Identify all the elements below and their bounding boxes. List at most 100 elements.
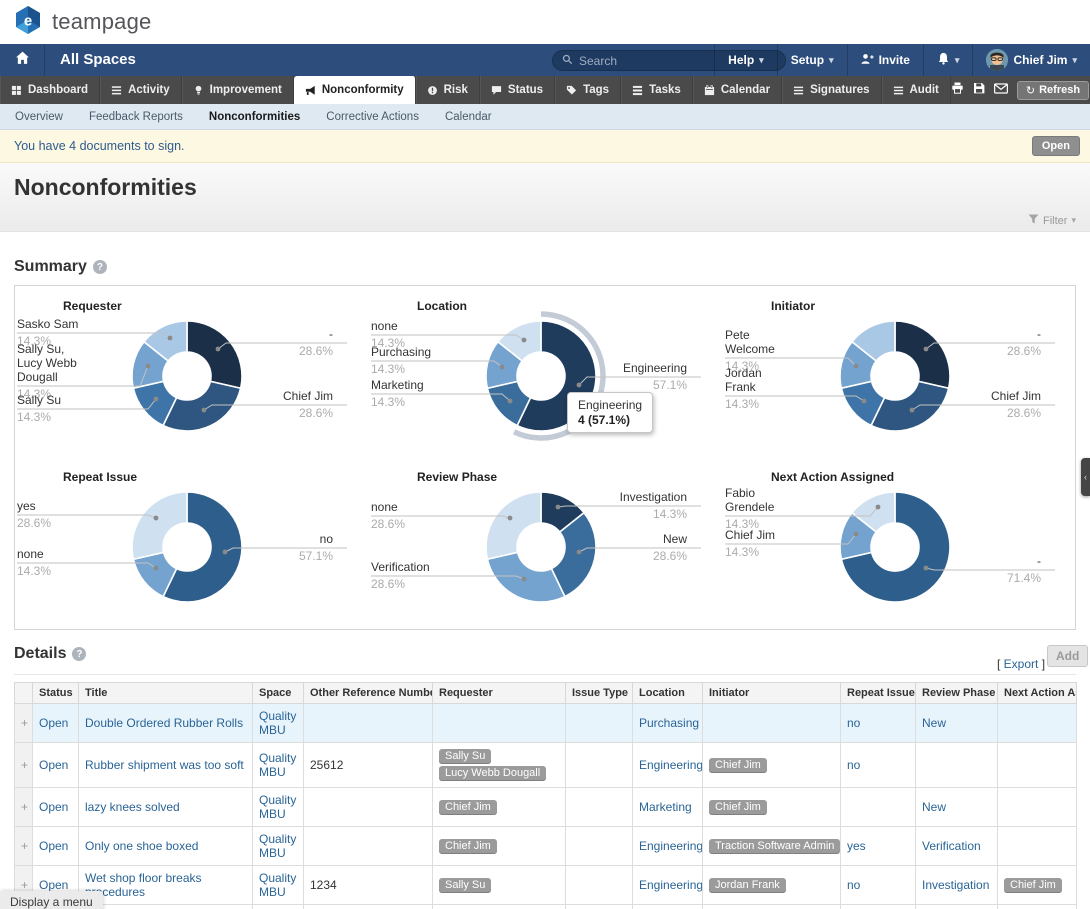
location-cell-link[interactable]: Engineering [639,839,703,853]
tab-tags[interactable]: Tags [555,76,621,104]
user-badge[interactable]: Traction Software Admin [709,839,840,854]
print-icon[interactable] [951,81,964,99]
repeat-issue-cell-link[interactable]: no [847,878,860,892]
callout-percent: 28.6% [299,406,333,420]
review-phase-cell-link[interactable]: New [922,800,946,814]
review-phase-cell-link[interactable]: Investigation [922,878,989,892]
column-header-space[interactable]: Space [253,683,304,704]
chart-cell-initiator: Initiator-28.6%Chief Jim28.6%PeteWelcome… [723,294,1077,460]
expand-row-button[interactable]: + [15,788,33,827]
location-cell-link[interactable]: Marketing [639,800,692,814]
subtab-calendar[interactable]: Calendar [432,111,505,123]
column-header-other-reference-number[interactable]: Other Reference Number [304,683,433,704]
open-documents-button[interactable]: Open [1032,136,1080,156]
column-header-repeat-issue[interactable]: Repeat Issue [841,683,916,704]
repeat-issue-cell-link[interactable]: no [847,758,860,772]
section-sub-tabs: OverviewFeedback ReportsNonconformitiesC… [0,104,1090,130]
status-cell-link[interactable]: Open [39,716,68,730]
tab-signatures[interactable]: Signatures [782,76,881,104]
user-badge[interactable]: Chief Jim [709,800,767,815]
donut-slice-none[interactable] [486,492,541,559]
space-cell-link[interactable]: Quality MBU [259,793,296,821]
export-link[interactable]: Export [1004,657,1039,671]
column-header-next-action-assigned[interactable]: Next Action Assigned [998,683,1077,704]
user-badge[interactable]: Chief Jim [1004,878,1062,893]
space-cell-link[interactable]: Quality MBU [259,751,296,779]
user-badge[interactable]: Chief Jim [439,839,497,854]
user-badge[interactable]: Chief Jim [709,758,767,773]
column-header-initiator[interactable]: Initiator [703,683,841,704]
space-cell-link[interactable]: Quality MBU [259,709,296,737]
donut-slice--[interactable] [895,321,950,388]
notifications-menu[interactable]: ▾ [923,44,973,76]
refresh-button[interactable]: ↻Refresh [1017,81,1089,100]
repeat-issue-cell-link[interactable]: yes [847,839,866,853]
tab-nonconformity[interactable]: Nonconformity [294,76,416,104]
save-icon[interactable] [973,81,985,99]
location-cell-link[interactable]: Engineering [639,758,703,772]
title-cell-link[interactable]: Double Ordered Rubber Rolls [85,716,243,730]
review-phase-cell-link[interactable]: Verification [922,839,981,853]
tab-dashboard[interactable]: Dashboard [0,76,100,104]
user-badge[interactable]: Sally Su [439,878,491,893]
help-icon[interactable]: ? [72,647,86,661]
expand-row-button[interactable]: + [15,827,33,866]
subtab-corrective-actions[interactable]: Corrective Actions [313,111,432,123]
help-menu[interactable]: Help▾ [714,44,777,76]
status-cell-link[interactable]: Open [39,758,68,772]
callout-dot [223,550,228,555]
add-button[interactable]: Add [1047,645,1088,667]
filter-dropdown[interactable]: Filter ▾ [1028,214,1076,227]
help-icon[interactable]: ? [93,260,107,274]
space-cell-link[interactable]: Quality MBU [259,832,296,860]
expand-row-button[interactable]: + [15,743,33,788]
expand-row-button[interactable]: + [15,704,33,743]
status-cell-link[interactable]: Open [39,839,68,853]
column-header-location[interactable]: Location [633,683,703,704]
column-header-status[interactable]: Status [33,683,79,704]
tab-activity[interactable]: Activity [100,76,182,104]
user-badge[interactable]: Lucy Webb Dougall [439,766,546,781]
user-badge[interactable]: Sally Su [439,749,491,764]
repeat-issue-cell [841,788,916,827]
callout-percent: 28.6% [1007,406,1041,420]
column-header-title[interactable]: Title [79,683,253,704]
title-cell-link[interactable]: Rubber shipment was too soft [85,758,244,772]
title-cell-link[interactable]: Only one shoe boxed [85,839,198,853]
status-cell-link[interactable]: Open [39,878,68,892]
user-badge[interactable]: Chief Jim [439,800,497,815]
title-cell-link[interactable]: lazy knees solved [85,800,180,814]
location-cell-link[interactable]: Engineering [639,878,703,892]
subtab-overview[interactable]: Overview [2,111,76,123]
donut-slice-yes[interactable] [132,492,187,559]
tab-status[interactable]: Status [480,76,555,104]
donut-slice-chief-jim[interactable] [871,381,949,431]
tab-audit[interactable]: Audit [882,76,951,104]
location-cell-link[interactable]: Purchasing [639,716,699,730]
invite-button[interactable]: Invite [847,44,923,76]
tab-risk[interactable]: Risk [416,76,480,104]
donut-slice--[interactable] [187,321,242,388]
tab-calendar[interactable]: Calendar [693,76,782,104]
callout-dot [522,577,527,582]
mail-icon[interactable] [994,81,1008,99]
column-header-issue-type[interactable]: Issue Type [566,683,633,704]
space-cell-link[interactable]: Quality MBU [259,871,296,899]
subtab-feedback-reports[interactable]: Feedback Reports [76,111,196,123]
tab-tasks[interactable]: Tasks [621,76,693,104]
donut-slice-chief-jim[interactable] [163,381,241,431]
home-button[interactable] [0,44,45,76]
sidebar-collapse-handle[interactable]: ‹ [1081,458,1090,496]
repeat-issue-cell-link[interactable]: no [847,716,860,730]
table-row: + Open Only one shoe boxed Quality MBU Chief… [15,827,1077,866]
status-cell-link[interactable]: Open [39,800,68,814]
review-phase-cell-link[interactable]: New [922,716,946,730]
setup-menu[interactable]: Setup▾ [777,44,847,76]
subtab-nonconformities[interactable]: Nonconformities [196,111,313,123]
user-menu[interactable]: Chief Jim ▾ [972,44,1090,76]
tab-improvement[interactable]: Improvement [182,76,294,104]
column-header-review-phase[interactable]: Review Phase [916,683,998,704]
user-badge[interactable]: Jordan Frank [709,878,786,893]
column-header-requester[interactable]: Requester [433,683,566,704]
donut-slice-verification[interactable] [487,552,564,602]
